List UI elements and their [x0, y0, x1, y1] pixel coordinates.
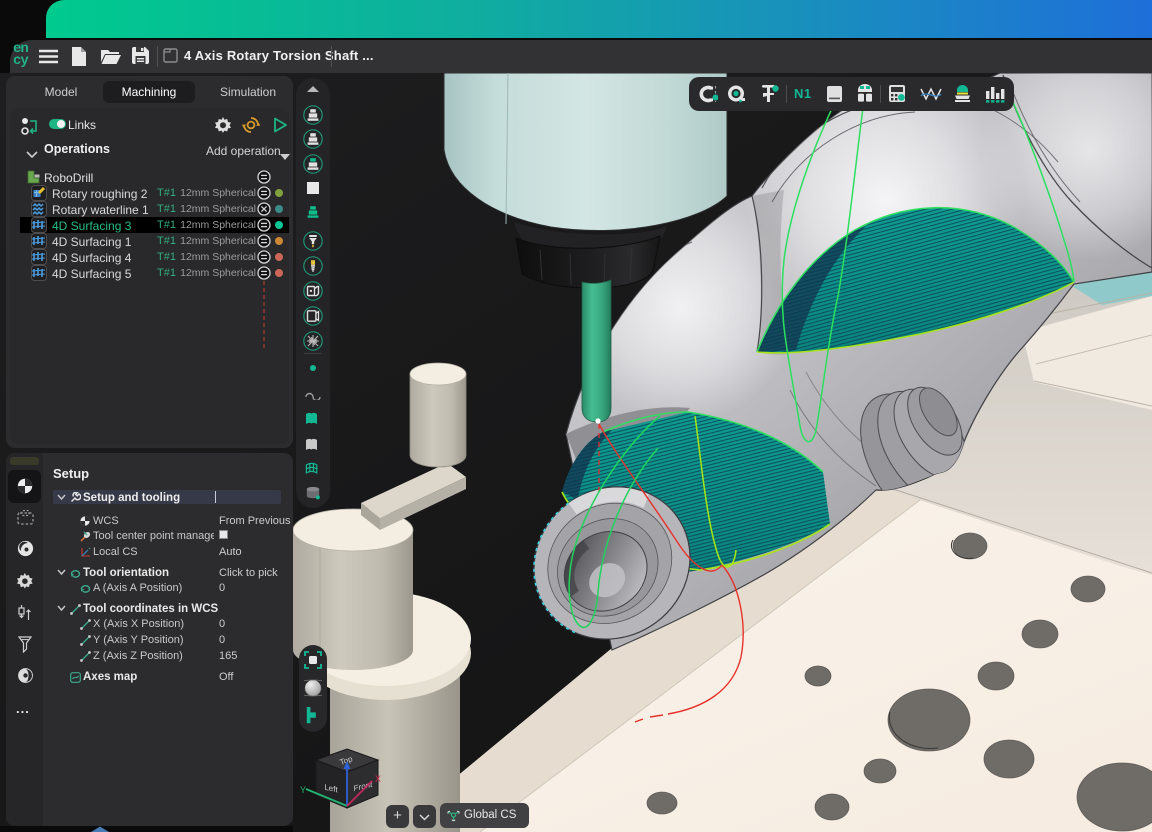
svg-text:X: X: [375, 774, 381, 784]
svg-text:Y: Y: [300, 785, 306, 795]
